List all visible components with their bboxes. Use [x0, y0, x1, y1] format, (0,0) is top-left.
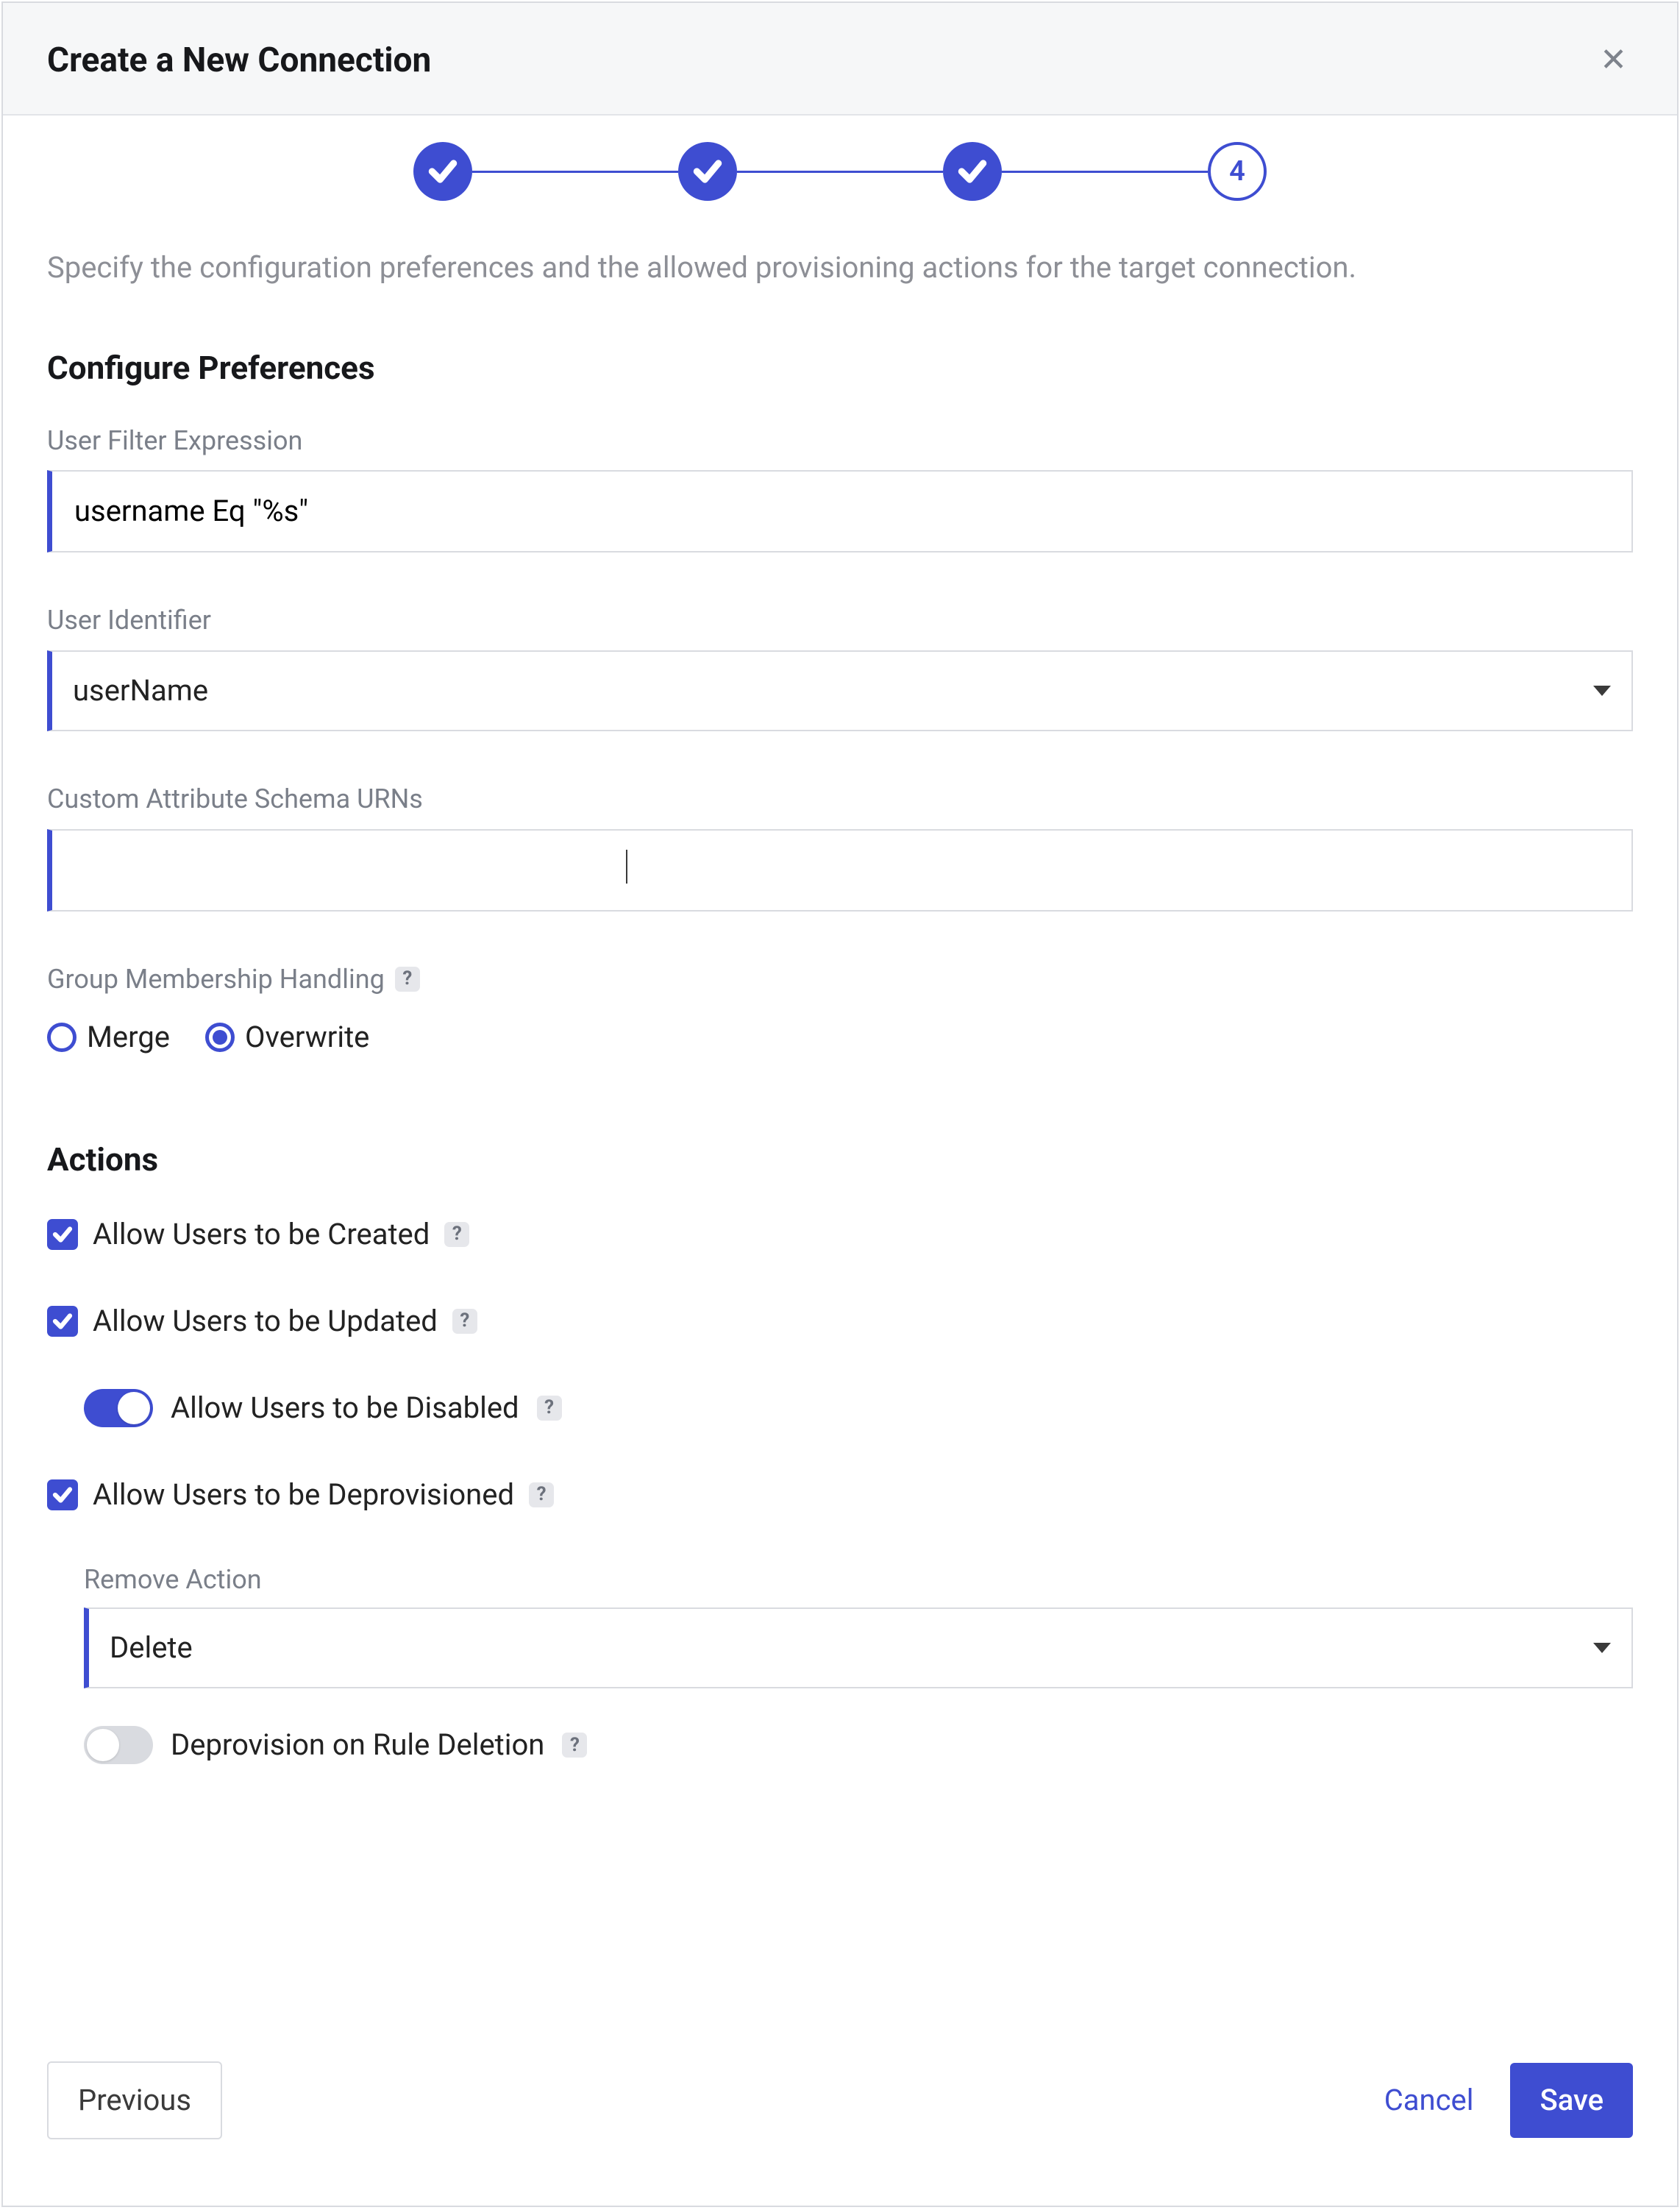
allow-update-row[interactable]: Allow Users to be Updated ? [47, 1301, 1633, 1341]
radio-merge[interactable]: Merge [47, 1017, 170, 1057]
save-button[interactable]: Save [1510, 2063, 1633, 2138]
allow-deprovision-row[interactable]: Allow Users to be Deprovisioned ? [47, 1475, 1633, 1515]
step-connector [737, 171, 943, 173]
allow-create-label: Allow Users to be Created [93, 1215, 430, 1254]
actions-title: Actions [47, 1138, 1633, 1214]
remove-action-value: Delete [110, 1628, 193, 1668]
deprovision-rule-row: Deprovision on Rule Deletion ? [84, 1725, 1633, 1765]
radio-overwrite[interactable]: Overwrite [205, 1017, 369, 1057]
allow-update-label: Allow Users to be Updated [93, 1301, 438, 1341]
allow-disable-row: Allow Users to be Disabled ? [84, 1388, 1633, 1428]
group-handling-field: Group Membership Handling ? Merge Overwr… [47, 962, 1633, 1058]
user-identifier-field: User Identifier userName [47, 603, 1633, 731]
remove-action-label: Remove Action [84, 1562, 1633, 1608]
user-identifier-select[interactable]: userName [47, 650, 1633, 731]
dialog-footer: Previous Cancel Save [47, 2032, 1633, 2176]
toggle-knob-icon [118, 1392, 150, 1424]
group-handling-radios: Merge Overwrite [47, 1009, 1633, 1057]
urns-input-wrap[interactable] [47, 829, 1633, 912]
urns-input[interactable] [73, 850, 1611, 891]
radio-overwrite-label: Overwrite [245, 1017, 369, 1057]
deprovision-rule-toggle[interactable] [84, 1726, 153, 1764]
deprovision-rule-label: Deprovision on Rule Deletion [171, 1725, 544, 1765]
footer-right: Cancel Save [1362, 2063, 1633, 2138]
checkbox-checked-icon[interactable] [47, 1219, 78, 1250]
help-icon[interactable]: ? [537, 1396, 562, 1421]
check-icon [427, 155, 459, 188]
urns-label: Custom Attribute Schema URNs [47, 781, 1633, 829]
help-icon[interactable]: ? [452, 1309, 477, 1334]
allow-deprovision-children: Remove Action Delete Deprovision on Rule… [47, 1562, 1633, 1813]
urns-field: Custom Attribute Schema URNs [47, 781, 1633, 912]
user-filter-label: User Filter Expression [47, 423, 1633, 471]
checkbox-checked-icon[interactable] [47, 1306, 78, 1337]
check-icon [691, 155, 724, 188]
preferences-title: Configure Preferences [47, 347, 1633, 422]
radio-merge-label: Merge [87, 1017, 170, 1057]
step-connector [472, 171, 678, 173]
allow-deprovision-label: Allow Users to be Deprovisioned [93, 1475, 514, 1515]
allow-disable-label: Allow Users to be Disabled [171, 1388, 519, 1428]
allow-update-children: Allow Users to be Disabled ? [47, 1388, 1633, 1475]
step-connector [1002, 171, 1208, 173]
user-filter-input-wrap[interactable] [47, 470, 1633, 552]
previous-button[interactable]: Previous [47, 2061, 222, 2139]
radio-dot-icon [213, 1030, 227, 1045]
step-3-done[interactable] [943, 142, 1002, 201]
user-filter-field: User Filter Expression [47, 423, 1633, 553]
radio-icon [47, 1023, 76, 1052]
user-identifier-label: User Identifier [47, 603, 1633, 650]
allow-disable-toggle[interactable] [84, 1389, 153, 1427]
stepper: 4 [47, 116, 1633, 233]
step-4-current[interactable]: 4 [1208, 142, 1267, 201]
radio-icon [205, 1023, 235, 1052]
help-icon[interactable]: ? [444, 1222, 469, 1247]
check-icon [956, 155, 989, 188]
connection-dialog: Create a New Connection ✕ 4 Specify the … [1, 1, 1679, 2207]
user-identifier-value: userName [73, 671, 208, 711]
remove-action-select[interactable]: Delete [84, 1607, 1633, 1688]
text-cursor-icon [626, 850, 627, 884]
chevron-down-icon [1593, 686, 1611, 696]
allow-create-row[interactable]: Allow Users to be Created ? [47, 1215, 1633, 1254]
group-handling-label-text: Group Membership Handling [47, 962, 385, 998]
help-icon[interactable]: ? [562, 1733, 587, 1758]
step-1-done[interactable] [413, 142, 472, 201]
step-number: 4 [1229, 153, 1245, 191]
checkbox-checked-icon[interactable] [47, 1479, 78, 1510]
dialog-body: 4 Specify the configuration preferences … [3, 116, 1677, 2206]
help-icon[interactable]: ? [395, 967, 420, 992]
user-filter-input[interactable] [73, 491, 1611, 532]
group-handling-label: Group Membership Handling ? [47, 962, 1633, 1009]
dialog-header: Create a New Connection ✕ [3, 3, 1677, 116]
close-icon[interactable]: ✕ [1594, 32, 1633, 88]
chevron-down-icon [1593, 1643, 1611, 1653]
help-icon[interactable]: ? [529, 1482, 554, 1507]
dialog-title: Create a New Connection [47, 38, 431, 83]
step-2-done[interactable] [678, 142, 737, 201]
dialog-subtitle: Specify the configuration preferences an… [47, 233, 1633, 347]
toggle-knob-icon [87, 1729, 119, 1761]
cancel-button[interactable]: Cancel [1362, 2063, 1496, 2138]
